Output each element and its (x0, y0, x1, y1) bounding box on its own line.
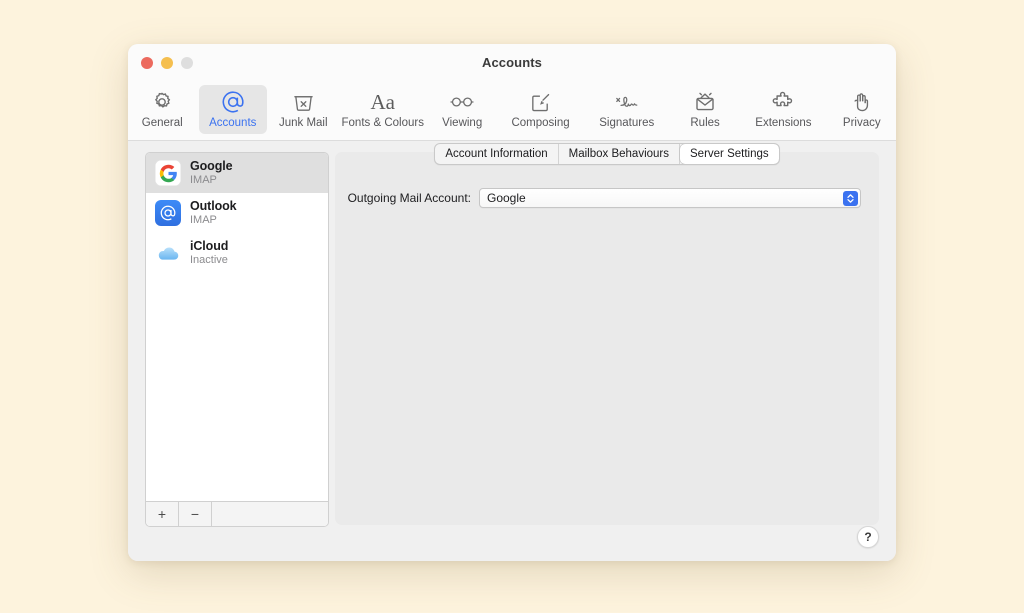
outgoing-mail-account-row: Outgoing Mail Account: Google (335, 188, 861, 208)
trash-x-icon (292, 89, 315, 115)
outgoing-mail-account-value: Google (487, 191, 526, 205)
at-sign-icon (220, 89, 246, 115)
toolbar-label-signatures: Signatures (599, 117, 655, 129)
account-status-outlook: IMAP (190, 214, 217, 227)
tab-server-settings[interactable]: Server Settings (680, 144, 779, 164)
toolbar-item-signatures[interactable]: Signatures (585, 85, 669, 134)
compose-pencil-icon (529, 89, 552, 115)
preferences-toolbar: General Accounts Junk Mail Aa Fonts & Co… (128, 84, 896, 141)
toolbar-item-viewing[interactable]: Viewing (428, 85, 497, 134)
account-status-google: IMAP (190, 174, 217, 187)
remove-account-button[interactable]: − (179, 502, 212, 526)
account-text-icloud: iCloud Inactive (190, 239, 228, 267)
account-name-outlook: Outlook (190, 199, 237, 213)
toolbar-item-junk-mail[interactable]: Junk Mail (269, 85, 338, 134)
help-button[interactable]: ? (857, 526, 879, 548)
accounts-preferences-window: Accounts General Accounts Junk Mail Aa F… (128, 44, 896, 561)
account-row-outlook[interactable]: Outlook IMAP (146, 193, 328, 233)
icloud-cloud-icon (155, 240, 181, 266)
detail-tabs: Account Information Mailbox Behaviours S… (335, 143, 879, 165)
account-text-outlook: Outlook IMAP (190, 199, 237, 227)
rules-envelope-icon (693, 89, 717, 115)
toolbar-item-accounts[interactable]: Accounts (198, 85, 267, 134)
tab-mailbox-behaviours[interactable]: Mailbox Behaviours (559, 144, 680, 164)
puzzle-piece-icon (771, 89, 795, 115)
account-detail-panel: Account Information Mailbox Behaviours S… (335, 143, 879, 525)
tab-account-information[interactable]: Account Information (435, 144, 559, 164)
aa-text-icon: Aa (370, 89, 395, 114)
accounts-list: Google IMAP Outlook IMAP iCloud Inactive (146, 153, 328, 501)
toolbar-item-general[interactable]: General (128, 85, 197, 134)
toolbar-label-privacy: Privacy (842, 117, 881, 129)
toolbar-label-extensions: Extensions (755, 117, 812, 129)
toolbar-label-fonts-colours: Fonts & Colours (341, 117, 424, 129)
account-name-icloud: iCloud (190, 239, 229, 253)
toolbar-label-accounts: Accounts (209, 117, 257, 129)
accounts-sidebar: Google IMAP Outlook IMAP iCloud Inactive… (145, 152, 329, 527)
toolbar-item-fonts-colours[interactable]: Aa Fonts & Colours (340, 85, 426, 134)
toolbar-label-viewing: Viewing (442, 117, 483, 129)
outgoing-mail-account-popup[interactable]: Google (479, 188, 861, 208)
footer-spacer (212, 502, 328, 526)
google-logo-icon (155, 160, 181, 186)
toolbar-label-composing: Composing (511, 117, 570, 129)
toolbar-item-privacy[interactable]: Privacy (828, 85, 896, 134)
account-name-google: Google (190, 159, 233, 173)
signature-icon (614, 89, 640, 115)
account-status-icloud: Inactive (190, 254, 228, 267)
titlebar: Accounts (128, 44, 896, 84)
hand-icon (850, 89, 873, 115)
toolbar-label-general: General (141, 117, 183, 129)
outgoing-mail-account-label: Outgoing Mail Account: (347, 191, 471, 205)
glasses-icon (449, 89, 475, 115)
account-text-google: Google IMAP (190, 159, 233, 187)
toolbar-label-rules: Rules (690, 117, 720, 129)
tab-segmented-control: Account Information Mailbox Behaviours S… (434, 143, 780, 165)
chevron-updown-icon (843, 191, 858, 206)
toolbar-item-extensions[interactable]: Extensions (741, 85, 825, 134)
add-account-button[interactable]: + (146, 502, 179, 526)
toolbar-item-composing[interactable]: Composing (498, 85, 582, 134)
toolbar-item-rules[interactable]: Rules (671, 85, 740, 134)
gear-icon (150, 89, 174, 115)
toolbar-label-junk-mail: Junk Mail (278, 117, 328, 129)
outlook-at-icon (155, 200, 181, 226)
preferences-content: Google IMAP Outlook IMAP iCloud Inactive… (128, 141, 896, 561)
accounts-list-footer: + − (146, 501, 328, 526)
account-row-google[interactable]: Google IMAP (146, 153, 328, 193)
window-title: Accounts (481, 55, 543, 70)
account-row-icloud[interactable]: iCloud Inactive (146, 233, 328, 273)
